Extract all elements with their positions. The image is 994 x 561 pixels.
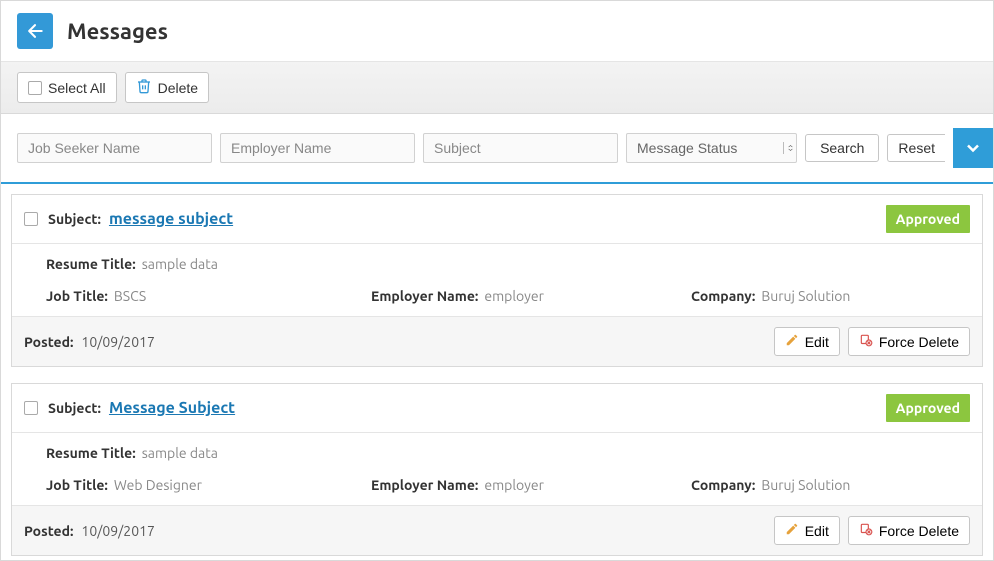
job-title-col: Job Title: BSCS [46,288,371,304]
card-header-row: Subject: message subject Approved [12,195,982,244]
card-footer: Posted: 10/09/2017 Edit Force Delete [12,317,982,366]
expand-filters-toggle[interactable] [953,128,993,168]
resume-title-label: Resume Title: [46,445,136,461]
edit-label: Edit [805,334,829,350]
row-checkbox[interactable] [24,212,38,226]
resume-title-row: Resume Title: sample data [46,445,970,461]
job-title-col: Job Title: Web Designer [46,477,371,493]
job-title-label: Job Title: [46,288,108,304]
select-all-label: Select All [48,80,106,96]
company-label: Company: [691,477,755,493]
row-checkbox[interactable] [24,401,38,415]
employer-name-label: Employer Name: [371,288,478,304]
force-delete-label: Force Delete [879,523,959,539]
status-select[interactable]: Message Status [626,133,797,163]
back-arrow-icon [25,21,45,41]
reset-button[interactable]: Reset [887,134,945,162]
employer-name-label: Employer Name: [371,477,478,493]
company-col: Company: Buruj Solution [691,288,970,304]
status-select-wrap: Message Status [626,133,797,163]
page-container: Messages Select All Delete Message Statu… [0,0,994,561]
employer-name-value: employer [484,288,544,304]
force-delete-icon [859,333,873,350]
back-button[interactable] [17,13,53,49]
job-title-value: Web Designer [114,477,202,493]
company-value: Buruj Solution [761,288,850,304]
subject-label: Subject: [48,400,101,416]
company-col: Company: Buruj Solution [691,477,970,493]
resume-title-row: Resume Title: sample data [46,256,970,272]
subject-link[interactable]: message subject [109,210,233,228]
resume-title-value: sample data [142,256,218,272]
subject-label: Subject: [48,211,101,227]
status-badge: Approved [886,394,970,422]
posted-label: Posted: [24,523,73,539]
posted-value: 10/09/2017 [81,523,154,539]
search-button[interactable]: Search [805,134,879,162]
filter-bar: Message Status Search Reset [1,114,993,184]
force-delete-icon [859,522,873,539]
select-all-button[interactable]: Select All [17,72,117,103]
card-body: Resume Title: sample data Job Title: BSC… [12,244,982,317]
delete-button[interactable]: Delete [125,72,209,103]
chevron-down-icon [963,138,983,158]
page-header: Messages [1,1,993,62]
posted-value: 10/09/2017 [81,334,154,350]
details-row: Job Title: Web Designer Employer Name: e… [46,477,970,493]
subject-link[interactable]: Message Subject [109,399,235,417]
job-title-value: BSCS [114,288,146,304]
card-header-row: Subject: Message Subject Approved [12,384,982,433]
seeker-name-input[interactable] [17,133,212,163]
resume-title-label: Resume Title: [46,256,136,272]
search-label: Search [820,140,864,156]
edit-button[interactable]: Edit [774,516,840,545]
card-footer: Posted: 10/09/2017 Edit Force Delete [12,506,982,555]
resume-title-value: sample data [142,445,218,461]
posted-label: Posted: [24,334,73,350]
details-row: Job Title: BSCS Employer Name: employer … [46,288,970,304]
edit-button[interactable]: Edit [774,327,840,356]
page-title: Messages [67,19,168,44]
message-card: Subject: message subject Approved Resume… [11,194,983,367]
force-delete-label: Force Delete [879,334,959,350]
company-value: Buruj Solution [761,477,850,493]
force-delete-button[interactable]: Force Delete [848,516,970,545]
status-badge: Approved [886,205,970,233]
force-delete-button[interactable]: Force Delete [848,327,970,356]
employer-col: Employer Name: employer [371,288,691,304]
company-label: Company: [691,288,755,304]
card-actions: Edit Force Delete [774,516,970,545]
card-body: Resume Title: sample data Job Title: Web… [12,433,982,506]
employer-name-input[interactable] [220,133,415,163]
job-title-label: Job Title: [46,477,108,493]
reset-label: Reset [898,140,935,156]
employer-col: Employer Name: employer [371,477,691,493]
messages-list: Subject: message subject Approved Resume… [1,184,993,560]
trash-icon [136,78,152,97]
bulk-action-bar: Select All Delete [1,62,993,114]
pencil-icon [785,522,799,539]
pencil-icon [785,333,799,350]
subject-input[interactable] [423,133,618,163]
employer-name-value: employer [484,477,544,493]
checkbox-icon [28,81,42,95]
edit-label: Edit [805,523,829,539]
delete-label: Delete [158,80,198,96]
card-actions: Edit Force Delete [774,327,970,356]
message-card: Subject: Message Subject Approved Resume… [11,383,983,556]
